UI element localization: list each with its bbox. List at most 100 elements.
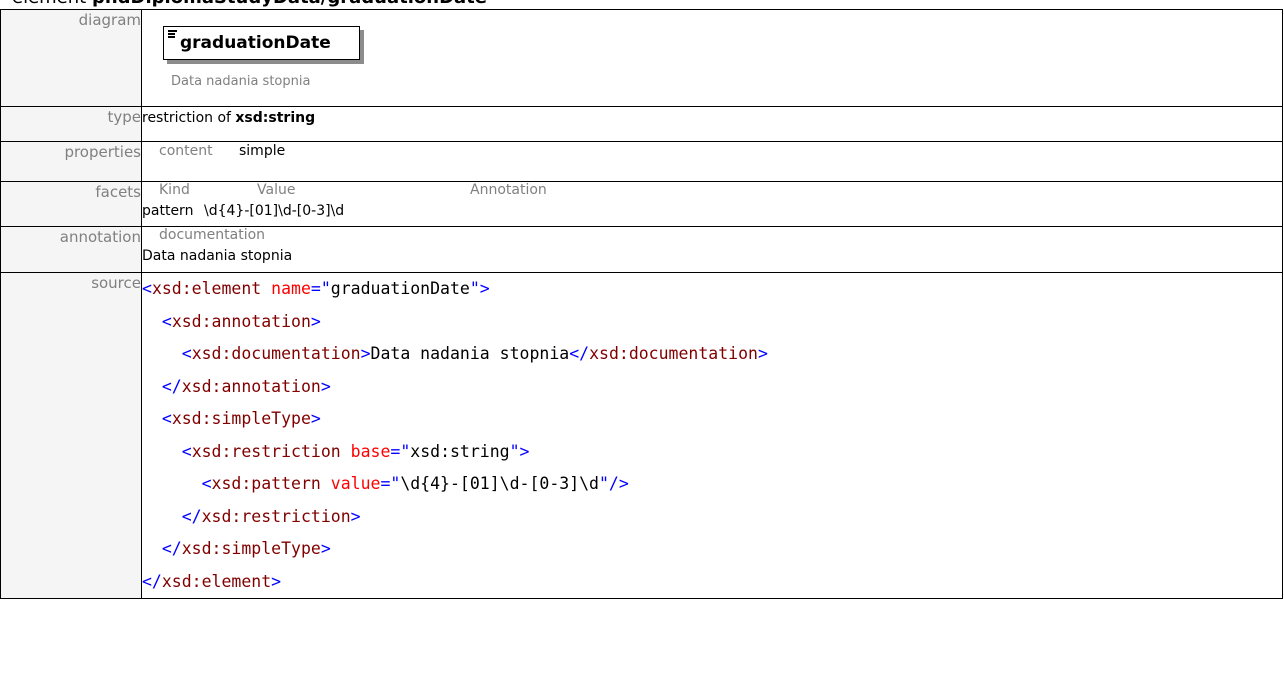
- source-row: source <xsd:element name="graduationDate…: [0, 272, 1283, 599]
- source-token-text: [142, 312, 162, 331]
- source-token-tag: xsd:simpleType: [181, 539, 321, 558]
- facet-value: \d{4}-[01]\d-[0-3]\d: [204, 203, 345, 219]
- source-token-punc: </: [161, 376, 182, 396]
- facets-cell: Kind Value Annotation pattern \d{4}-[01]…: [141, 181, 1283, 227]
- source-cell: <xsd:element name="graduationDate"> <xsd…: [141, 272, 1283, 599]
- source-token-tag: xsd:pattern: [211, 474, 321, 493]
- source-token-punc: "/>: [599, 474, 629, 493]
- source-token-tag: xsd:restriction: [191, 441, 341, 461]
- source-token-tag: xsd:restriction: [201, 506, 351, 526]
- source-token-tag: xsd:documentation: [589, 344, 758, 363]
- property-content: content simple: [159, 142, 1282, 161]
- source-code: <xsd:element name="graduationDate"> <xsd…: [142, 273, 1282, 598]
- source-token-text: [142, 344, 182, 363]
- source-token-tag: xsd:documentation: [191, 344, 361, 363]
- source-token-punc: >: [360, 344, 371, 363]
- property-key: content: [159, 143, 213, 159]
- source-line: <xsd:restriction base="xsd:string">: [142, 441, 530, 461]
- properties-row: properties content simple: [0, 141, 1283, 182]
- source-token-text: [142, 474, 202, 493]
- properties-cell: content simple: [141, 141, 1283, 182]
- source-token-tag: xsd:element: [151, 279, 262, 298]
- source-token-punc: >: [350, 506, 361, 526]
- source-token-punc: <: [181, 441, 192, 461]
- source-token-val: graduationDate: [330, 279, 470, 298]
- diagram-node: graduationDate: [163, 26, 360, 60]
- source-line: <xsd:documentation>Data nadania stopnia<…: [142, 344, 768, 363]
- source-token-punc: </: [142, 571, 162, 591]
- source-token-tag: xsd:annotation: [171, 311, 311, 331]
- facet-kind: pattern: [142, 203, 194, 219]
- type-label: type: [0, 106, 142, 142]
- diagram-node-name: graduationDate: [180, 33, 331, 53]
- source-token-punc: >: [310, 409, 321, 428]
- source-token-text: [261, 279, 271, 298]
- source-token-text: [142, 377, 162, 396]
- facet-pattern-row: pattern \d{4}-[01]\d-[0-3]\d: [142, 202, 1282, 221]
- source-token-val: \d{4}-[01]\d-[0-3]\d: [400, 474, 599, 493]
- source-token-text: [142, 442, 182, 461]
- source-token-punc: >: [320, 376, 331, 396]
- element-lines-icon: [168, 30, 177, 39]
- annotation-label: annotation: [0, 226, 142, 273]
- source-token-punc: </: [569, 344, 590, 363]
- source-token-tag: xsd:simpleType: [171, 409, 311, 428]
- source-token-punc: ">: [509, 441, 530, 461]
- source-token-punc: <: [161, 311, 172, 331]
- diagram-cell: graduationDate Data nadania stopnia: [141, 9, 1283, 107]
- facets-header-annotation: Annotation: [470, 182, 547, 198]
- type-row: type restriction of xsd:string: [0, 106, 1283, 142]
- xsd-doc-page: element phdDiplomaStudyData/graduationDa…: [0, 0, 1284, 677]
- facets-header-value: Value: [257, 182, 296, 198]
- type-prefix: restriction of: [142, 110, 236, 126]
- diagram-row: diagram graduationDate Data nadania stop…: [0, 9, 1283, 107]
- source-token-text: [142, 409, 162, 428]
- properties-label: properties: [0, 141, 142, 182]
- source-token-attr: value: [330, 474, 381, 493]
- facets-row: facets Kind Value Annotation pattern \d{…: [0, 181, 1283, 227]
- source-line: </xsd:simpleType>: [142, 539, 331, 558]
- source-token-attr: name: [271, 279, 311, 298]
- type-base: xsd:string: [235, 110, 316, 126]
- source-token-punc: </: [161, 539, 182, 558]
- source-token-punc: </: [181, 506, 202, 526]
- source-token-punc: =": [390, 441, 411, 461]
- type-value: restriction of xsd:string: [142, 108, 315, 128]
- element-properties-table: diagram graduationDate Data nadania stop…: [0, 9, 1283, 599]
- source-line: <xsd:pattern value="\d{4}-[01]\d-[0-3]\d…: [142, 474, 629, 493]
- source-token-punc: <: [181, 344, 192, 363]
- source-token-punc: =": [310, 279, 331, 298]
- diagram-caption: Data nadania stopnia: [171, 74, 311, 89]
- source-line: <xsd:element name="graduationDate">: [142, 279, 490, 298]
- source-token-punc: <: [201, 474, 212, 493]
- source-token-attr: base: [350, 441, 391, 461]
- annotation-cell: documentation Data nadania stopnia: [141, 226, 1283, 273]
- source-line: <xsd:annotation>: [142, 312, 321, 331]
- annotation-row: annotation documentation Data nadania st…: [0, 226, 1283, 273]
- source-token-punc: >: [271, 571, 282, 591]
- annotation-header: documentation: [159, 227, 266, 243]
- source-token-text: [142, 507, 182, 526]
- source-token-val: xsd:string: [410, 441, 510, 461]
- source-token-text: [341, 442, 351, 461]
- source-line: </xsd:element>: [142, 572, 281, 591]
- source-token-punc: =": [380, 474, 401, 493]
- element-diagram: graduationDate: [163, 26, 364, 64]
- element-heading-prefix: element: [12, 0, 92, 8]
- facets-label: facets: [0, 181, 142, 227]
- source-line: <xsd:simpleType>: [142, 409, 321, 428]
- source-line: </xsd:restriction>: [142, 507, 361, 526]
- type-cell: restriction of xsd:string: [141, 106, 1283, 142]
- source-token-punc: <: [142, 279, 152, 298]
- property-value: simple: [239, 143, 286, 159]
- element-heading-path: phdDiplomaStudyData/graduationDate: [92, 0, 487, 8]
- source-label: source: [0, 272, 142, 599]
- source-token-text: [142, 539, 162, 558]
- source-token-punc: <: [161, 409, 172, 428]
- source-token-punc: ">: [469, 279, 490, 298]
- source-token-tag: xsd:annotation: [181, 376, 321, 396]
- source-token-text: Data nadania stopnia: [370, 344, 570, 363]
- facets-header-kind: Kind: [159, 182, 190, 198]
- facets-header: Kind Value Annotation: [159, 181, 1282, 200]
- source-token-tag: xsd:element: [161, 571, 272, 591]
